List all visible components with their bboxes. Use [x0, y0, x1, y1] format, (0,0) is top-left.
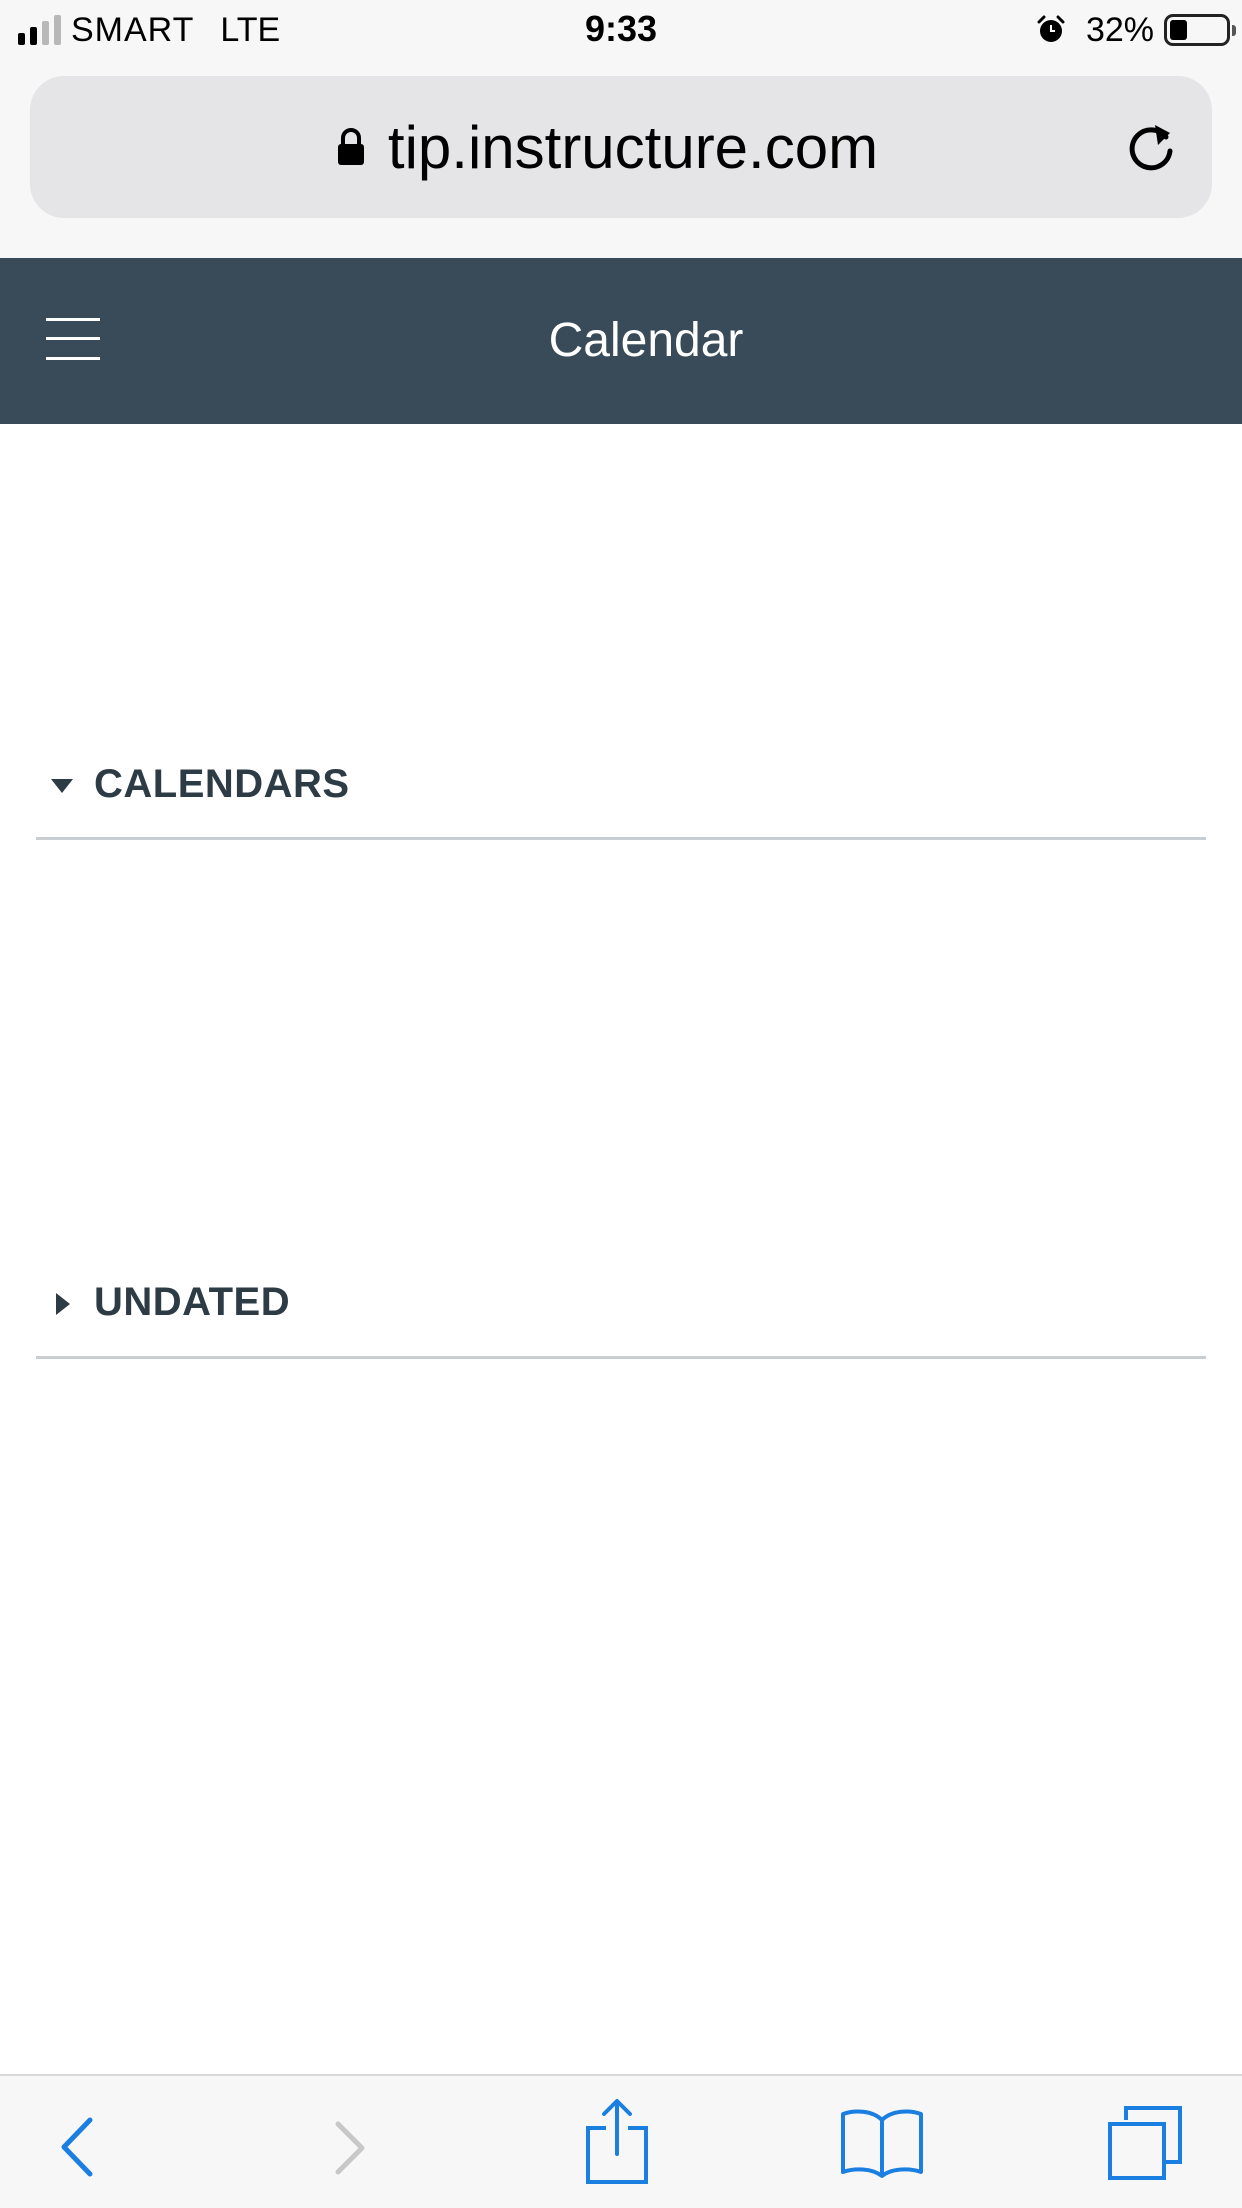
- screen: SMART LTE 9:33 32% tip.instructure.com C…: [0, 0, 1242, 2208]
- app-header: Calendar: [0, 258, 1242, 424]
- battery-icon: [1164, 14, 1236, 46]
- section-calendars-label[interactable]: CALENDARS: [94, 762, 350, 807]
- reload-icon[interactable]: [1122, 117, 1180, 177]
- forward-icon[interactable]: [330, 2120, 370, 2176]
- status-bar: SMART LTE 9:33 32%: [0, 0, 1242, 60]
- url-display[interactable]: tip.instructure.com: [30, 76, 1212, 218]
- share-icon[interactable]: [584, 2098, 650, 2184]
- caret-down-icon: [51, 779, 73, 793]
- lock-icon: [337, 128, 364, 165]
- browser-toolbar: [0, 2074, 1242, 2208]
- status-right: 32%: [1036, 8, 1236, 52]
- address-bar[interactable]: tip.instructure.com: [30, 76, 1212, 218]
- section-undated-label[interactable]: UNDATED: [94, 1280, 290, 1325]
- tabs-icon[interactable]: [1106, 2104, 1184, 2182]
- back-icon[interactable]: [56, 2116, 100, 2178]
- page-title: Calendar: [548, 314, 744, 367]
- section-undated[interactable]: UNDATED: [36, 1272, 1206, 1336]
- section-calendars[interactable]: CALENDARS: [36, 754, 1206, 818]
- url-text[interactable]: tip.instructure.com: [388, 113, 878, 182]
- alarm-icon: [1037, 15, 1065, 42]
- battery-percent: 32%: [1085, 10, 1154, 49]
- section-divider: [36, 1356, 1206, 1359]
- section-divider: [36, 837, 1206, 840]
- browser-address-area: tip.instructure.com: [0, 60, 1242, 258]
- battery-level-fill: [1170, 20, 1187, 40]
- caret-right-icon: [56, 1293, 70, 1315]
- bookmarks-icon[interactable]: [840, 2108, 924, 2178]
